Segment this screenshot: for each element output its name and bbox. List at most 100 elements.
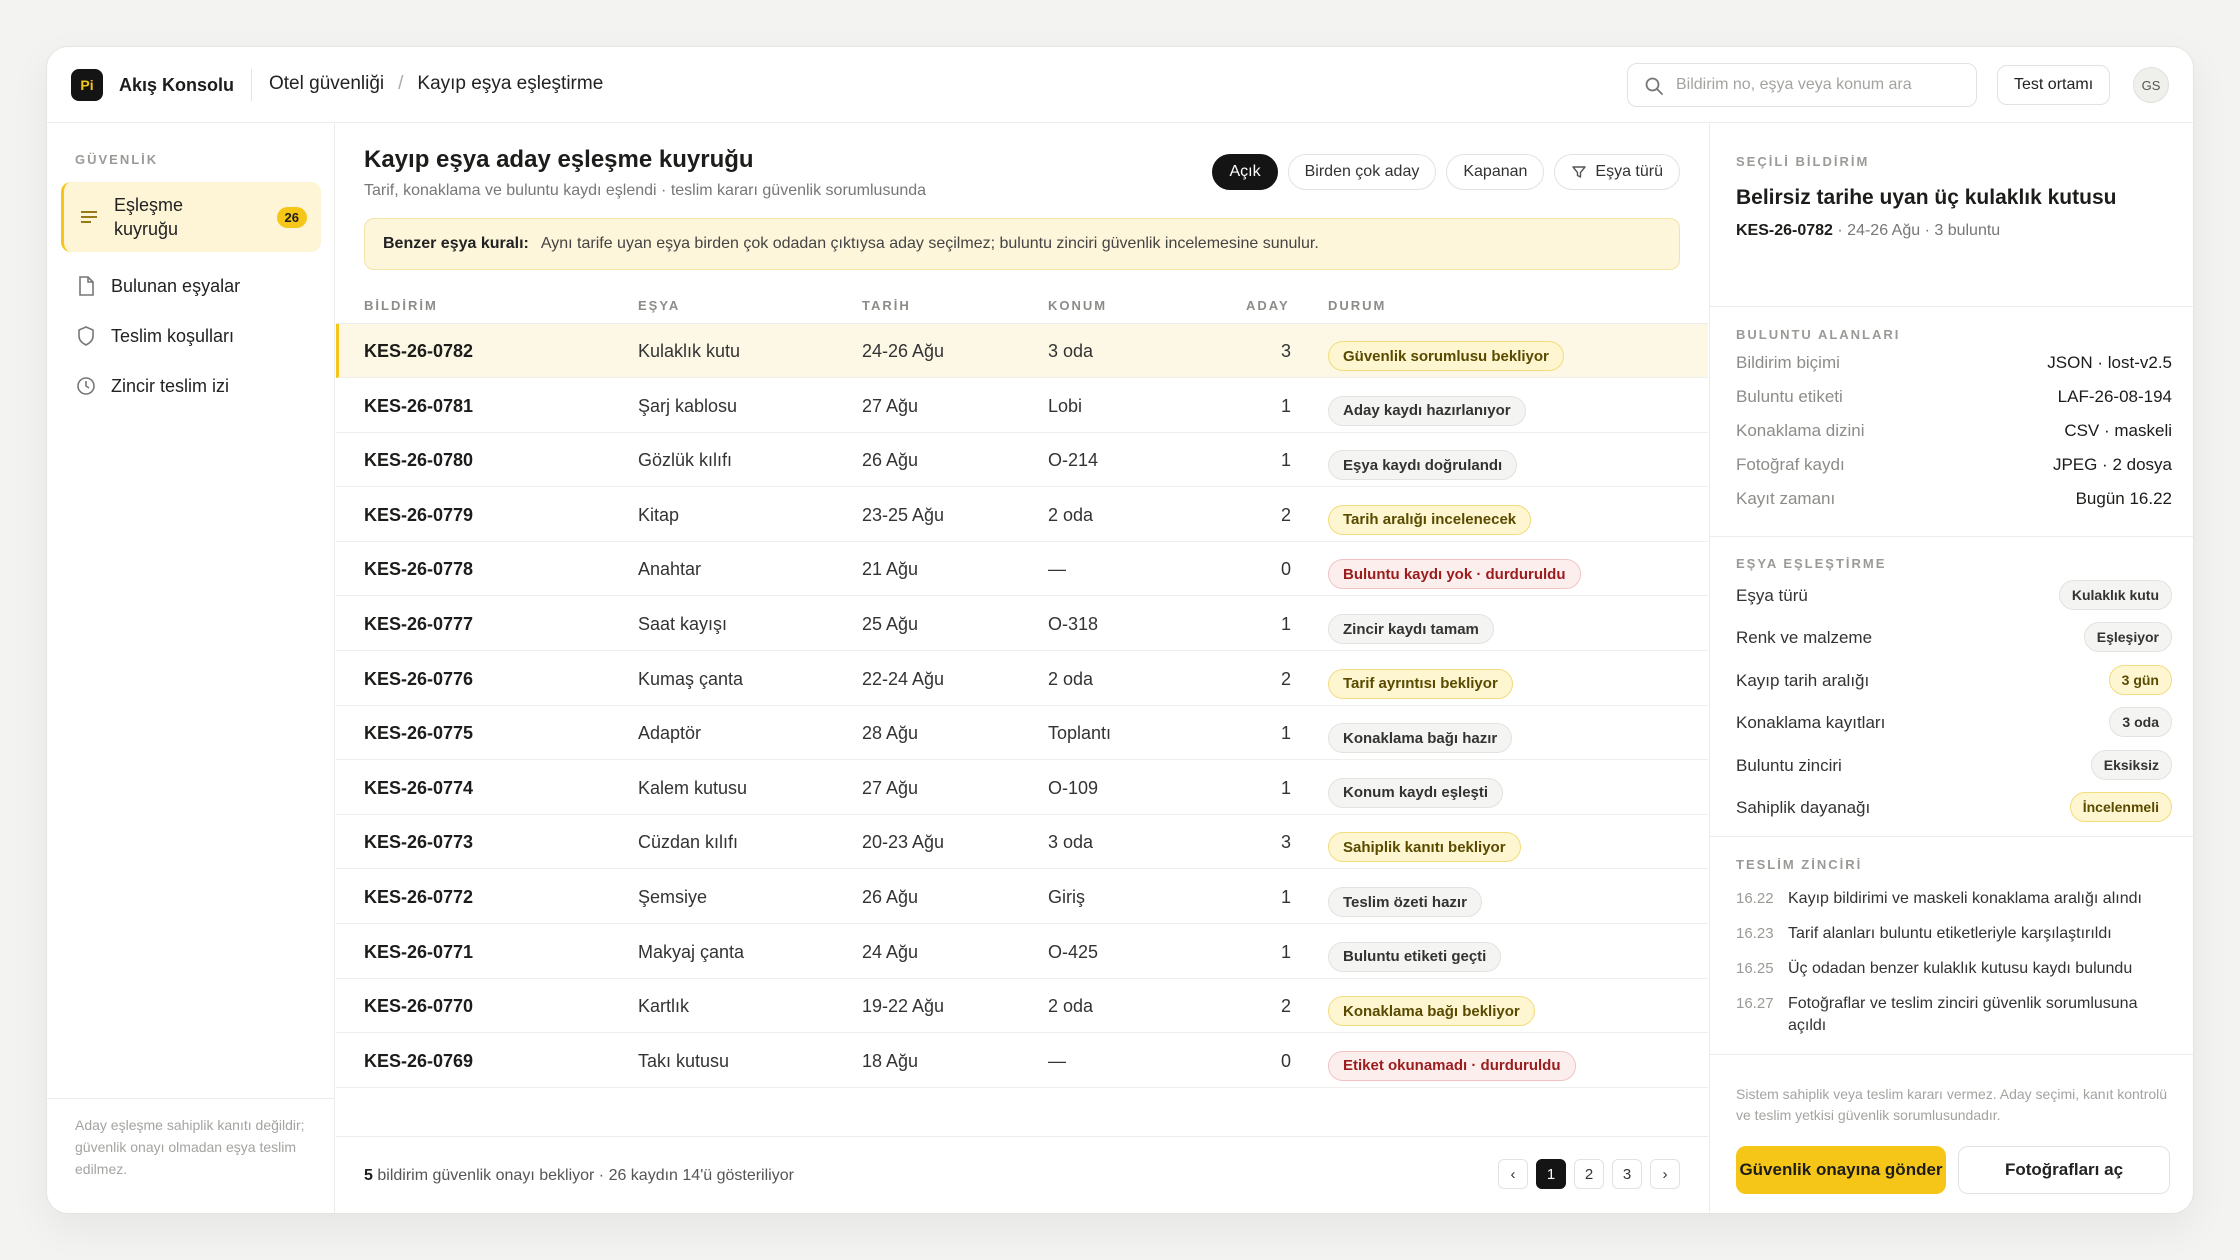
table-row[interactable]: KES-26-0773 Cüzdan kılıfı 20-23 Ağu 3 oda 3 S… [336, 815, 1708, 870]
match-row: Kayıp tarih aralığı 3 gün [1736, 664, 2172, 695]
row-id: KES-26-0782 [364, 341, 474, 361]
table-row[interactable]: KES-26-0771 Makyaj çanta 24 Ağu O-425 1 Bulun… [336, 925, 1708, 979]
page-title: Kayıp eşya aday eşleşme kuyruğu [364, 146, 754, 173]
page-button[interactable]: 3 [1612, 1159, 1642, 1189]
brand[interactable]: Pi Akış Konsolu [71, 69, 234, 101]
column-header[interactable]: DURUM [1328, 298, 1386, 313]
send-approval-button[interactable]: Güvenlik onayına gönder [1736, 1146, 1946, 1194]
table-header: BİLDİRİM EŞYA TARİH KONUM ADAY DURUM [336, 284, 1708, 324]
search-input[interactable] [1676, 76, 1976, 94]
row-date: 26 Ağu [862, 887, 919, 907]
match-tag: Kulaklık kutu [2058, 580, 2172, 610]
column-header[interactable]: TARİH [862, 298, 911, 313]
field-row: Buluntu etiketi LAF-26-08-194 [1736, 387, 2172, 411]
field-value: JSON · lost-v2.5 [2047, 353, 2172, 372]
table-row[interactable]: KES-26-0781 Şarj kablosu 27 Ağu Lobi 1 Aday k… [336, 379, 1708, 433]
row-date: 23-25 Ağu [862, 504, 945, 525]
match-key: Sahiplik dayanağı [1736, 798, 1871, 817]
row-id: KES-26-0779 [364, 504, 474, 525]
field-key: Konaklama dizini [1736, 421, 1865, 440]
column-header[interactable]: BİLDİRİM [364, 298, 438, 313]
table-footer: 5 bildirim güvenlik onayı bekliyor · 26 … [336, 1136, 1708, 1213]
table-row[interactable]: KES-26-0770 Kartlık 19-22 Ağu 2 oda 2 Konakla… [336, 979, 1708, 1034]
row-candidate-count: 1 [1280, 395, 1291, 416]
table-row[interactable]: KES-26-0778 Anahtar 21 Ağu — 0 Buluntu kaydı … [336, 542, 1708, 597]
sidebar-item-label: Teslim koşulları [111, 325, 235, 346]
divider [1710, 536, 2193, 537]
chain-time: 16.25 [1736, 960, 1774, 977]
status-badge: Zincir kaydı tamam [1328, 614, 1494, 644]
pagination: ‹ 1 2 3 › [1498, 1159, 1680, 1189]
table-row[interactable]: KES-26-0775 Adaptör 28 Ağu Toplantı 1 Konakla… [336, 706, 1708, 761]
row-id: KES-26-0778 [364, 559, 474, 580]
chain-text: Fotoğraflar ve teslim zinciri güvenlik s… [1788, 995, 2138, 1034]
page-button[interactable]: 2 [1574, 1159, 1604, 1189]
table-row[interactable]: KES-26-0772 Şemsiye 26 Ağu Giriş 1 Teslim öze… [336, 870, 1708, 924]
column-header[interactable]: ADAY [1246, 298, 1290, 313]
field-value: Bugün 16.22 [2075, 489, 2172, 508]
search-box[interactable] [1627, 63, 1977, 107]
row-candidate-count: 2 [1280, 996, 1291, 1017]
row-item: Kitap [638, 504, 680, 525]
row-location: 3 oda [1048, 832, 1094, 853]
open-photos-button[interactable]: Fotoğrafları aç [1958, 1146, 2170, 1194]
row-candidate-count: 2 [1280, 668, 1291, 689]
chain-entry: 16.27 Fotoğraflar ve teslim zinciri güven… [1736, 993, 2172, 1037]
rule-label: Benzer eşya kuralı: [383, 235, 529, 252]
sidebar-item-label: Bulunan eşyalar [111, 275, 241, 296]
row-location: Toplantı [1048, 723, 1112, 744]
status-badge: Aday kaydı hazırlanıyor [1328, 395, 1526, 426]
filter-open[interactable]: Açık [1212, 154, 1278, 190]
detail-panel: SEÇİLİ BİLDİRİM Belirsiz tarihe uyan üç … [1709, 124, 2193, 1213]
detail-meta: KES-26-0782 · 24-26 Ağu · 3 buluntu [1736, 222, 2000, 240]
chain-time: 16.27 [1736, 995, 1774, 1012]
sidebar-item-match-queue[interactable]: Eşleşme kuyruğu 26 [61, 182, 321, 252]
env-button[interactable]: Test ortamı [1997, 65, 2111, 105]
sidebar-item-found-items[interactable]: Bulunan eşyalar [61, 266, 321, 306]
field-row: Bildirim biçimi JSON · lost-v2.5 [1736, 353, 2172, 377]
prev-page-button[interactable]: ‹ [1498, 1159, 1528, 1189]
row-candidate-count: 1 [1280, 450, 1291, 471]
sidebar-item-delivery-terms[interactable]: Teslim koşulları [61, 316, 321, 356]
section-title: BULUNTU ALANLARI [1736, 327, 1901, 342]
match-key: Renk ve malzeme [1736, 628, 1873, 648]
column-header[interactable]: KONUM [1048, 298, 1107, 313]
avatar[interactable]: GS [2133, 67, 2169, 103]
filter-closed[interactable]: Kapanan [1446, 154, 1545, 190]
page-button[interactable]: 1 [1536, 1159, 1566, 1189]
filter-multiple[interactable]: Birden çok aday [1287, 154, 1437, 190]
breadcrumb: Otel güvenliği / Kayıp eşya eşleştirme [269, 73, 603, 95]
column-header[interactable]: EŞYA [638, 298, 680, 313]
row-location: Lobi [1048, 395, 1083, 416]
status-badge: Tarih aralığı incelenecek [1328, 504, 1532, 535]
table-row[interactable]: KES-26-0779 Kitap 23-25 Ağu 2 oda 2 Tarih ara… [336, 488, 1708, 542]
table-row[interactable]: KES-26-0774 Kalem kutusu 27 Ağu O-109 1 Konum… [336, 761, 1708, 815]
row-id: KES-26-0770 [364, 996, 474, 1017]
sidebar-footer-note: Aday eşleşme sahiplik kanıtı değildir; g… [75, 1117, 305, 1177]
row-candidate-count: 1 [1280, 887, 1291, 907]
search-icon [1645, 77, 1663, 95]
table-row[interactable]: KES-26-0777 Saat kayışı 25 Ağu O-318 1 Zincir… [336, 597, 1708, 651]
sidebar-item-chain-trace[interactable]: Zincir teslim izi [61, 366, 321, 406]
row-item: Cüzdan kılıfı [638, 832, 739, 853]
row-id: KES-26-0772 [364, 887, 474, 907]
row-item: Şarj kablosu [638, 395, 738, 416]
rule-banner: Benzer eşya kuralı: Aynı tarife uyan eşy… [364, 218, 1680, 270]
filter-item-type[interactable]: Eşya türü [1554, 154, 1680, 190]
top-bar: Pi Akış Konsolu Otel güvenliği / Kayıp e… [47, 47, 2193, 123]
table-row[interactable]: KES-26-0769 Takı kutusu 18 Ağu — 0 Etiket oku… [336, 1034, 1708, 1088]
row-location: O-109 [1048, 777, 1099, 798]
row-item: Saat kayışı [638, 614, 728, 634]
next-page-button[interactable]: › [1650, 1159, 1680, 1189]
chain-entry: 16.22 Kayıp bildirimi ve maskeli konaklam… [1736, 888, 2172, 910]
row-date: 24-26 Ağu [862, 341, 945, 361]
field-row: Konaklama dizini CSV · maskeli [1736, 421, 2172, 445]
table-row[interactable]: KES-26-0776 Kumaş çanta 22-24 Ağu 2 oda 2 Tar… [336, 652, 1708, 706]
table-row[interactable]: KES-26-0782 Kulaklık kutu 24-26 Ağu 3 oda 3 G… [336, 324, 1708, 378]
app-window: Pi Akış Konsolu Otel güvenliği / Kayıp e… [46, 46, 2194, 1214]
table-row[interactable]: KES-26-0780 Gözlük kılıfı 26 Ağu O-214 1 Eşya… [336, 433, 1708, 488]
row-candidate-count: 3 [1280, 832, 1291, 853]
row-date: 21 Ağu [862, 559, 919, 580]
breadcrumb-item[interactable]: Otel güvenliği [269, 73, 384, 95]
chain-time: 16.22 [1736, 890, 1774, 907]
